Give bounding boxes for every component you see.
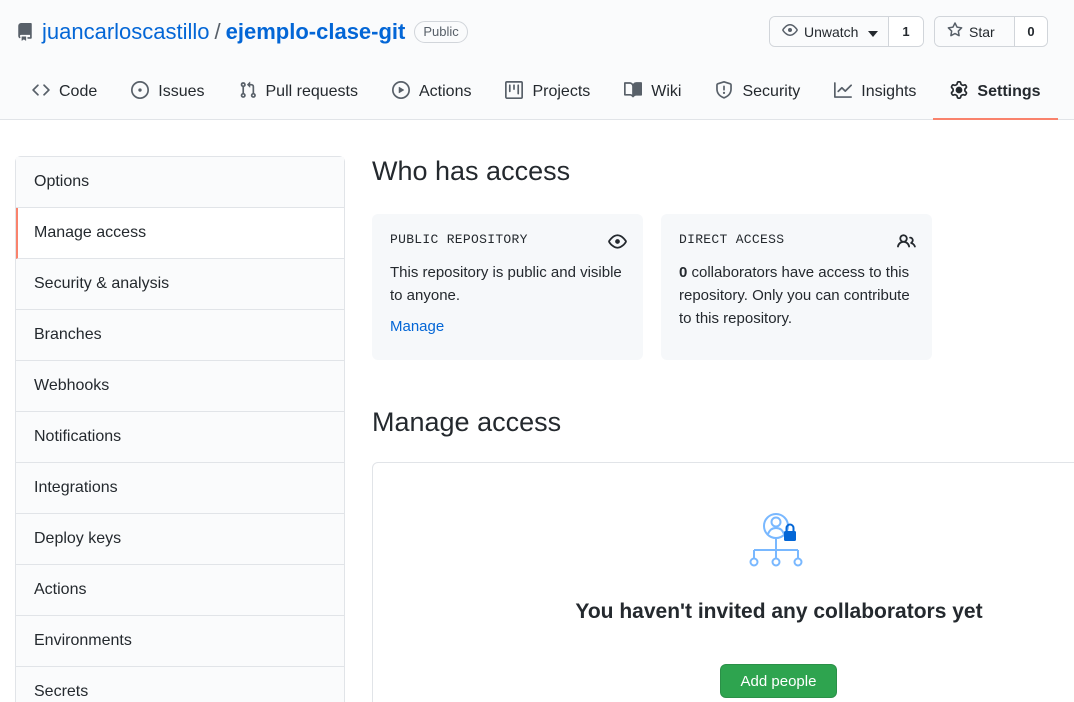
sidebar-item-notifications[interactable]: Notifications [16, 412, 344, 463]
graph-icon [834, 81, 853, 104]
unwatch-button[interactable]: Unwatch [770, 17, 889, 46]
direct-access-card: DIRECT ACCESS 0 collaborators have acces… [661, 214, 932, 360]
tab-label: Pull requests [265, 83, 359, 100]
tab-label: Actions [419, 83, 472, 100]
tab-pull-requests[interactable]: Pull requests [222, 70, 376, 114]
card-title: DIRECT ACCESS [679, 232, 785, 247]
public-repository-text: This repository is public and visible to… [390, 264, 622, 304]
sidebar-item-security-analysis[interactable]: Security & analysis [16, 259, 344, 310]
watch-button-group: Unwatch 1 [769, 16, 924, 47]
path-separator: / [214, 19, 221, 44]
tab-wiki[interactable]: Wiki [607, 70, 698, 114]
repo-tabs: Code Issues Pull requests Actions Projec… [16, 70, 1058, 120]
eye-icon [782, 22, 798, 41]
manage-visibility-link[interactable]: Manage [390, 318, 444, 335]
direct-access-text: 0 collaborators have access to this repo… [679, 261, 914, 330]
sidebar-item-actions[interactable]: Actions [16, 565, 344, 616]
tab-label: Projects [532, 83, 591, 100]
project-icon [505, 80, 524, 104]
access-cards: PUBLIC REPOSITORY This repository is pub… [372, 214, 932, 360]
manage-access-title: Manage access [372, 407, 562, 437]
add-people-button[interactable]: Add people [720, 664, 837, 698]
tab-label: Insights [861, 83, 917, 100]
issue-icon [131, 80, 150, 104]
tab-label: Wiki [651, 83, 682, 100]
caret-down-icon [868, 24, 879, 40]
collaborators-panel: You haven't invited any collaborators ye… [372, 462, 1074, 702]
collaborators-illustration-icon [749, 511, 809, 571]
repo-title: juancarloscastillo / ejemplo-clase-git P… [16, 17, 468, 47]
tab-projects[interactable]: Projects [488, 70, 607, 114]
tab-label: Settings [977, 83, 1041, 100]
code-icon [32, 81, 50, 104]
repo-icon [16, 23, 34, 41]
direct-access-description: collaborators have access to this reposi… [679, 264, 910, 327]
stars-count[interactable]: 0 [1015, 17, 1047, 46]
star-button-group: Star 0 [934, 16, 1048, 47]
sidebar-item-integrations[interactable]: Integrations [16, 463, 344, 514]
star-icon [947, 22, 963, 41]
tab-settings[interactable]: Settings [933, 70, 1058, 120]
who-has-access-title: Who has access [372, 156, 571, 186]
watchers-count[interactable]: 1 [889, 17, 923, 46]
unwatch-label: Unwatch [804, 23, 859, 40]
card-title: PUBLIC REPOSITORY [390, 232, 528, 247]
tab-label: Issues [158, 83, 205, 100]
settings-sidebar: Options Manage access Security & analysi… [15, 156, 345, 702]
repo-owner-link[interactable]: juancarloscastillo [42, 19, 210, 45]
tab-actions[interactable]: Actions [375, 70, 488, 114]
tab-issues[interactable]: Issues [114, 70, 221, 114]
book-icon [624, 81, 643, 104]
sidebar-item-manage-access[interactable]: Manage access [16, 208, 344, 259]
sidebar-item-options[interactable]: Options [16, 157, 344, 208]
play-icon [392, 80, 410, 104]
sidebar-item-branches[interactable]: Branches [16, 310, 344, 361]
sidebar-item-environments[interactable]: Environments [16, 616, 344, 667]
pull-request-icon [239, 81, 257, 104]
shield-icon [715, 80, 733, 104]
star-button[interactable]: Star [935, 17, 1015, 46]
public-repository-card: PUBLIC REPOSITORY This repository is pub… [372, 214, 643, 360]
repo-name-link[interactable]: ejemplo-clase-git [226, 19, 406, 45]
gear-icon [950, 80, 968, 104]
sidebar-item-secrets[interactable]: Secrets [16, 667, 344, 702]
people-icon [897, 232, 916, 251]
main-content: Who has access PUBLIC REPOSITORY This re… [372, 156, 932, 437]
star-label: Star [969, 23, 995, 40]
eye-icon [608, 232, 627, 251]
repo-header: juancarloscastillo / ejemplo-clase-git P… [0, 0, 1074, 120]
tab-label: Code [59, 83, 98, 100]
sidebar-item-deploy-keys[interactable]: Deploy keys [16, 514, 344, 565]
tab-security[interactable]: Security [698, 70, 817, 114]
empty-state-message: You haven't invited any collaborators ye… [575, 600, 983, 623]
sidebar-item-webhooks[interactable]: Webhooks [16, 361, 344, 412]
repo-actions: Unwatch 1 Star 0 [769, 16, 1048, 47]
tab-label: Security [742, 83, 801, 100]
visibility-badge: Public [414, 21, 468, 43]
tab-insights[interactable]: Insights [817, 70, 933, 114]
tab-code[interactable]: Code [16, 70, 114, 114]
